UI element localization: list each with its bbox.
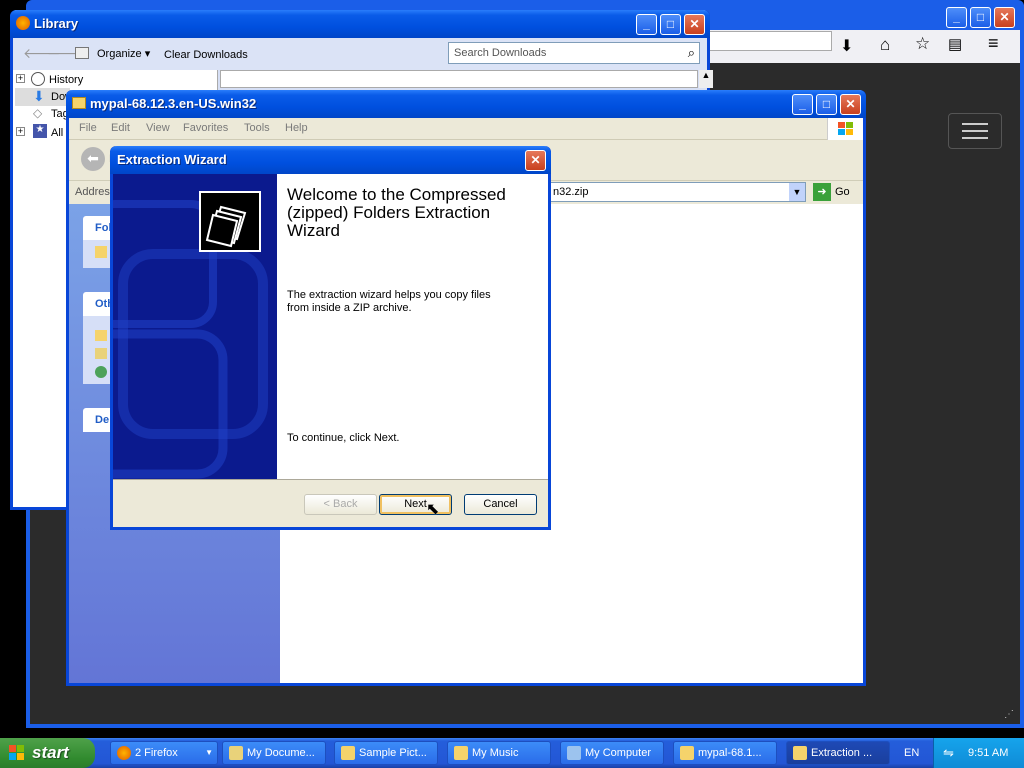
language-indicator[interactable]: EN [904, 747, 919, 759]
library-maximize-button[interactable]: □ [660, 14, 681, 35]
clear-downloads-button[interactable]: Clear Downloads [164, 49, 248, 61]
folder-icon [95, 246, 107, 258]
downloads-list [220, 70, 698, 88]
firefox-minimize-button[interactable]: _ [946, 7, 967, 28]
windows-flag-icon [9, 745, 25, 761]
search-downloads-input[interactable]: Search Downloads ⌕ [448, 42, 700, 64]
library-title-bar[interactable]: Library _ □ ✕ [10, 10, 710, 38]
reader-icon[interactable]: ▤ [948, 35, 962, 53]
tree-item-all-bookmarks[interactable]: All [51, 127, 63, 139]
explorer-close-button[interactable]: ✕ [840, 94, 861, 115]
tree-item-history[interactable]: History [49, 74, 83, 86]
expand-icon[interactable]: + [16, 74, 25, 83]
folders-icon [199, 191, 261, 252]
taskbar-item-extraction-wizard[interactable]: Extraction ... [786, 741, 890, 765]
organize-icon [75, 47, 89, 59]
folder-icon [95, 330, 107, 341]
cancel-button[interactable]: Cancel [464, 494, 537, 515]
menu-file[interactable]: File [79, 122, 97, 134]
search-icon[interactable]: ⌕ [688, 45, 695, 61]
taskbar-item-my-documents[interactable]: My Docume... [222, 741, 326, 765]
wizard-description: The extraction wizard helps you copy fil… [287, 289, 491, 314]
zip-folder-icon [72, 97, 86, 109]
library-close-button[interactable]: ✕ [684, 14, 705, 35]
resize-grip-icon[interactable]: ⋰ [1004, 709, 1014, 720]
menu-view[interactable]: View [146, 122, 170, 134]
computer-icon [567, 746, 581, 760]
menu-tools[interactable]: Tools [244, 122, 270, 134]
clock[interactable]: 9:51 AM [968, 747, 1008, 759]
zip-folder-icon [680, 746, 694, 760]
explorer-minimize-button[interactable]: _ [792, 94, 813, 115]
firefox-logo-icon [16, 16, 30, 30]
windows-logo-icon [827, 118, 863, 140]
documents-icon [95, 348, 107, 359]
star-icon[interactable]: ☆ [915, 34, 930, 54]
dropdown-arrow-icon[interactable]: ▼ [789, 183, 805, 201]
scroll-up-icon[interactable]: ▲ [699, 70, 713, 88]
explorer-title-bar[interactable]: mypal-68.12.3.en-US.win32 _ □ ✕ [66, 90, 866, 118]
network-tray-icon[interactable]: ⇋ [943, 745, 954, 761]
chevron-down-icon: ▼ [205, 748, 213, 757]
taskbar-item-mypal[interactable]: mypal-68.1... [673, 741, 777, 765]
clock-icon [31, 72, 45, 86]
download-icon[interactable]: ⬇ [840, 36, 853, 56]
network-icon [95, 366, 107, 378]
music-folder-icon [454, 746, 468, 760]
taskbar-item-sample-pictures[interactable]: Sample Pict... [334, 741, 438, 765]
explorer-maximize-button[interactable]: □ [816, 94, 837, 115]
back-circle-icon[interactable]: ⬅ [81, 147, 105, 171]
wizard-heading: Welcome to the Compressed (zipped) Folde… [287, 185, 506, 240]
taskbar-item-my-music[interactable]: My Music [447, 741, 551, 765]
wizard-close-button[interactable]: ✕ [525, 150, 546, 171]
start-button[interactable]: start [0, 738, 95, 768]
wizard-content: Welcome to the Compressed (zipped) Folde… [277, 174, 548, 479]
address-input[interactable]: n32.zip ▼ [549, 182, 806, 202]
library-minimize-button[interactable]: _ [636, 14, 657, 35]
download-arrow-icon: ⬇ [33, 88, 45, 104]
taskbar: start 2 Firefox ▼ My Docume... Sample Pic… [0, 738, 1024, 768]
firefox-maximize-button[interactable]: □ [970, 7, 991, 28]
firefox-icon [117, 746, 131, 760]
folder-icon [793, 746, 807, 760]
organize-button[interactable]: Organize ▾ [97, 47, 150, 60]
back-button[interactable]: < Back [304, 494, 377, 515]
explorer-title: mypal-68.12.3.en-US.win32 [90, 96, 257, 111]
menu-edit[interactable]: Edit [111, 122, 130, 134]
taskbar-item-my-computer[interactable]: My Computer [560, 741, 664, 765]
library-toolbar: 🡐 🡒 Organize ▾ Clear Downloads Search Do… [13, 38, 707, 70]
bookmarks-star-icon: ★ [33, 124, 47, 138]
documents-icon [229, 746, 243, 760]
firefox-close-button[interactable]: ✕ [994, 7, 1015, 28]
library-title: Library [34, 16, 79, 31]
mouse-cursor-icon: ⬉ [426, 501, 440, 518]
menu-icon[interactable]: ≡ [988, 33, 999, 54]
wizard-title-bar[interactable]: Extraction Wizard ✕ [110, 146, 551, 174]
tag-icon: ◇ [33, 106, 43, 120]
explorer-menu-bar: File Edit View Favorites Tools Help [69, 118, 863, 140]
firefox-urlbar-end[interactable] [708, 31, 832, 51]
wizard-title: Extraction Wizard [117, 152, 227, 167]
go-button[interactable]: Go [835, 186, 850, 198]
menu-help[interactable]: Help [285, 122, 308, 134]
expand-icon[interactable]: + [16, 127, 25, 136]
hamburger-menu-button[interactable] [948, 113, 1002, 149]
menu-favorites[interactable]: Favorites [183, 122, 228, 134]
system-tray: ⇋ 9:51 AM [933, 738, 1024, 768]
next-button[interactable]: Next [379, 494, 452, 515]
home-icon[interactable]: ⌂ [880, 35, 890, 55]
taskbar-item-firefox[interactable]: 2 Firefox ▼ [110, 741, 218, 765]
folder-icon [341, 746, 355, 760]
extraction-wizard-dialog: Extraction Wizard ✕ Welcome to the Compr… [110, 146, 551, 530]
go-arrow-icon[interactable]: ➜ [813, 183, 831, 201]
wizard-side-banner [113, 174, 277, 479]
wizard-continue-text: To continue, click Next. [287, 432, 400, 444]
